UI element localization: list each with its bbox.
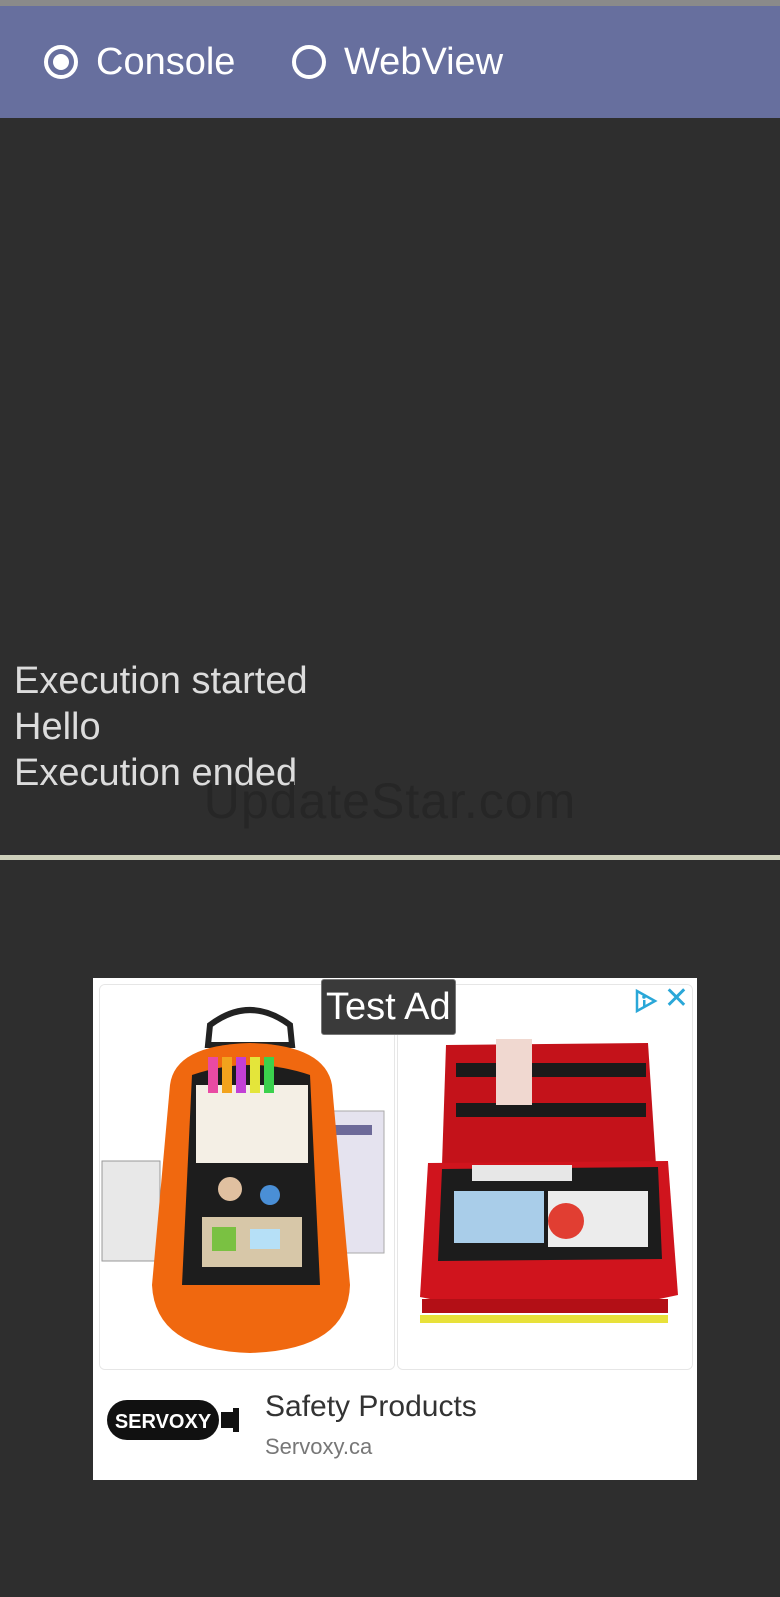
ad-banner[interactable]: Test Ad ✕ SERVOXY Safety Products Servox… [93,978,697,1480]
ad-footer[interactable]: SERVOXY Safety Products Servoxy.ca [93,1370,697,1480]
adchoices-icon[interactable] [633,988,659,1014]
ad-title[interactable]: Safety Products [265,1390,477,1424]
close-icon[interactable]: ✕ [664,984,689,1014]
console-radio-option[interactable]: Console [44,6,235,118]
console-line: Hello [14,706,101,748]
webview-radio-label: WebView [344,40,504,83]
console-radio-label: Console [96,40,236,83]
ad-image-backpack[interactable] [99,984,395,1370]
svg-text:SERVOXY: SERVOXY [115,1411,212,1433]
pane-divider[interactable] [0,855,780,860]
mode-toggle-bar: Console WebView [0,6,780,118]
ad-image-medical-bag[interactable] [397,984,693,1370]
console-line: Execution started [14,660,308,702]
ad-url[interactable]: Servoxy.ca [265,1434,372,1460]
watermark-text: UpdateStar.com [203,773,577,829]
webview-radio-option[interactable]: WebView [292,6,503,118]
servoxy-logo: SERVOXY [107,1400,239,1440]
radio-checked-icon[interactable] [44,45,78,79]
radio-unchecked-icon[interactable] [292,45,326,79]
test-ad-badge: Test Ad [321,979,456,1035]
console-output-area: Execution started Hello Execution ended … [0,118,780,855]
